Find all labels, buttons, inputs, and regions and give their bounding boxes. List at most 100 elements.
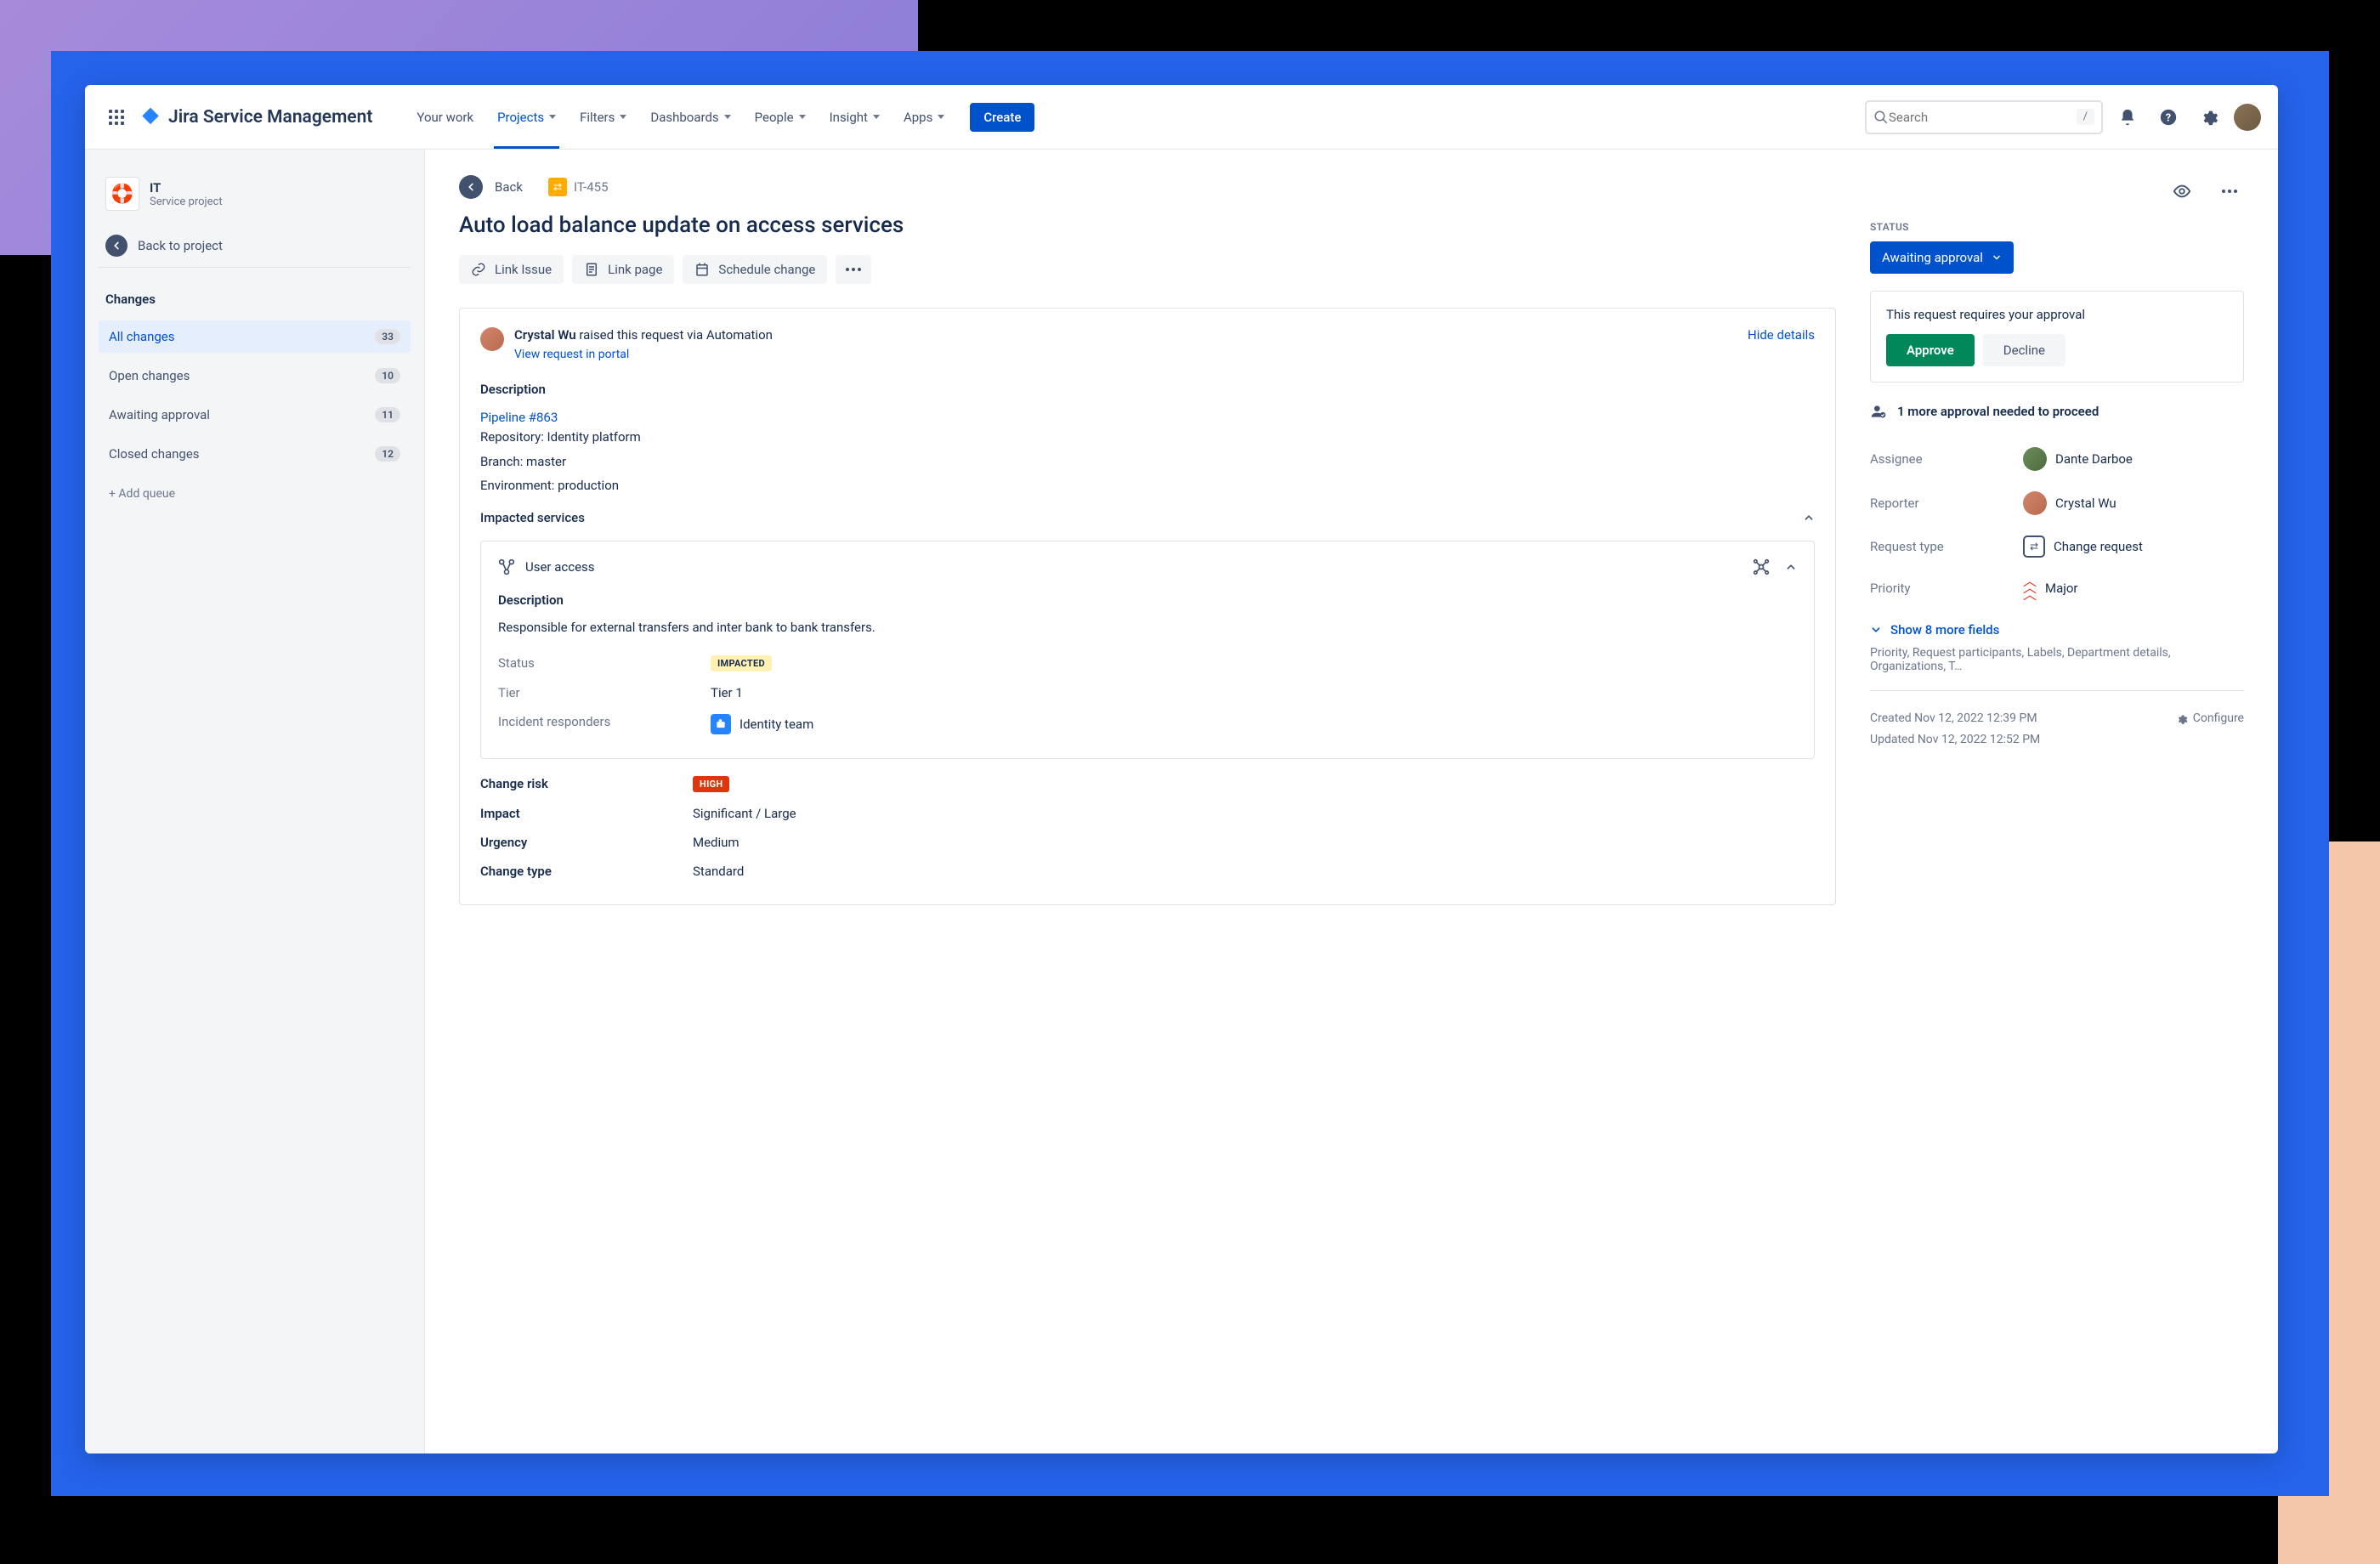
nav-apps[interactable]: Apps [893, 103, 955, 132]
assignee-avatar [2023, 447, 2047, 471]
app-window: Jira Service Management Your work Projec… [85, 85, 2278, 1454]
request-type-value[interactable]: ⇄Change request [2023, 536, 2143, 558]
urgency-label: Urgency [480, 835, 693, 850]
page-icon [584, 262, 599, 277]
view-in-portal-link[interactable]: View request in portal [514, 348, 773, 361]
configure-link[interactable]: Configure [2176, 708, 2244, 729]
approval-card: This request requires your approval Appr… [1870, 291, 2244, 382]
status-heading: STATUS [1870, 221, 2244, 233]
back-to-project[interactable]: Back to project [99, 224, 411, 268]
more-actions-button[interactable] [836, 255, 871, 284]
priority-major-icon: ︿︿︿ [2023, 578, 2037, 598]
queue-awaiting-approval[interactable]: Awaiting approval11 [99, 399, 411, 431]
user-avatar[interactable] [2234, 104, 2261, 131]
nav-people[interactable]: People [745, 103, 816, 132]
calendar-icon [694, 262, 710, 277]
priority-label: Priority [1870, 581, 2023, 596]
updated-timestamp: Updated Nov 12, 2022 12:52 PM [1870, 729, 2244, 751]
more-icon[interactable] [2215, 175, 2244, 207]
queue-count: 33 [375, 329, 400, 344]
issue-title: Auto load balance update on access servi… [459, 212, 1836, 238]
service-icon [498, 558, 515, 575]
impacted-services-toggle[interactable]: Impacted services [480, 498, 1815, 537]
tier-label: Tier [498, 685, 711, 700]
queue-closed-changes[interactable]: Closed changes12 [99, 438, 411, 470]
approve-button[interactable]: Approve [1886, 334, 1975, 366]
issue-key[interactable]: ⇄ IT-455 [548, 178, 609, 196]
approval-icon [1870, 403, 1887, 420]
more-fields-preview: Priority, Request participants, Labels, … [1870, 646, 2244, 691]
sidebar-section-title: Changes [99, 285, 411, 314]
issue-content: Back ⇄ IT-455 Auto load balance update o… [425, 150, 1870, 1454]
chevron-down-icon [938, 115, 944, 119]
create-button[interactable]: Create [970, 103, 1034, 132]
search-box[interactable]: / [1865, 100, 2103, 134]
watch-icon[interactable] [2166, 175, 2198, 207]
service-name: User access [525, 559, 595, 575]
top-nav: Jira Service Management Your work Projec… [85, 85, 2278, 150]
reporter-label: Reporter [1870, 496, 2023, 511]
tier-value: Tier 1 [711, 685, 743, 700]
status-dropdown[interactable]: Awaiting approval [1870, 241, 2014, 274]
pipeline-link[interactable]: Pipeline #863 [480, 410, 558, 425]
link-page-button[interactable]: Link page [572, 255, 674, 284]
dependency-icon[interactable] [1753, 558, 1770, 575]
decline-button[interactable]: Decline [1983, 334, 2066, 366]
chevron-down-icon [799, 115, 806, 119]
desc-env: Environment: production [480, 473, 1815, 498]
requester-text: Crystal Wu raised this request via Autom… [514, 327, 773, 343]
chevron-down-icon [1870, 624, 1882, 636]
hide-details-link[interactable]: Hide details [1748, 327, 1815, 343]
queue-open-changes[interactable]: Open changes10 [99, 360, 411, 392]
show-more-fields[interactable]: Show 8 more fields [1870, 622, 2244, 638]
risk-badge: HIGH [693, 776, 729, 792]
chevron-down-icon [724, 115, 731, 119]
approval-message: This request requires your approval [1886, 307, 2228, 322]
schedule-change-button[interactable]: Schedule change [683, 255, 827, 284]
queue-count: 10 [375, 368, 400, 383]
back-text: Back [495, 179, 523, 195]
queue-count: 12 [375, 446, 400, 462]
chevron-down-icon [620, 115, 626, 119]
notifications-icon[interactable] [2111, 101, 2144, 133]
priority-value[interactable]: ︿︿︿Major [2023, 578, 2078, 598]
assignee-label: Assignee [1870, 451, 2023, 467]
add-queue[interactable]: + Add queue [99, 477, 411, 511]
change-type-value: Standard [693, 864, 744, 879]
search-kbd: / [2077, 109, 2094, 125]
project-header[interactable]: 🛟 IT Service project [99, 170, 411, 218]
chevron-up-icon [1803, 512, 1815, 524]
help-icon[interactable]: ? [2152, 101, 2184, 133]
assignee-value[interactable]: Dante Darboe [2023, 447, 2133, 471]
request-type-label: Request type [1870, 539, 2023, 554]
nav-dashboards[interactable]: Dashboards [640, 103, 740, 132]
queue-count: 11 [375, 407, 400, 422]
impact-value: Significant / Large [693, 806, 796, 821]
project-icon: 🛟 [105, 177, 139, 211]
settings-icon[interactable] [2193, 101, 2225, 133]
requester-avatar [480, 327, 504, 351]
change-type-label: Change type [480, 864, 693, 879]
chevron-up-icon[interactable] [1785, 561, 1797, 573]
impact-label: Impact [480, 806, 693, 821]
responders-value: Identity team [740, 717, 813, 732]
logo[interactable]: Jira Service Management [139, 106, 372, 128]
search-input[interactable] [1889, 110, 2077, 125]
nav-your-work[interactable]: Your work [406, 103, 484, 132]
queue-all-changes[interactable]: All changes33 [99, 320, 411, 353]
sidebar: 🛟 IT Service project Back to project Cha… [85, 150, 425, 1454]
reporter-value[interactable]: Crystal Wu [2023, 491, 2116, 515]
chevron-down-icon [1992, 252, 2002, 263]
project-name: IT [150, 180, 223, 196]
more-icon [846, 268, 861, 271]
nav-filters[interactable]: Filters [570, 103, 637, 132]
desc-branch: Branch: master [480, 450, 1815, 474]
nav-projects[interactable]: Projects [487, 103, 566, 132]
app-switcher-icon[interactable] [102, 103, 131, 132]
link-issue-button[interactable]: Link Issue [459, 255, 564, 284]
nav-insight[interactable]: Insight [819, 103, 890, 132]
back-button[interactable] [459, 175, 483, 199]
brand-text: Jira Service Management [168, 107, 372, 128]
service-description: Responsible for external transfers and i… [498, 620, 1797, 635]
change-risk-label: Change risk [480, 776, 693, 792]
